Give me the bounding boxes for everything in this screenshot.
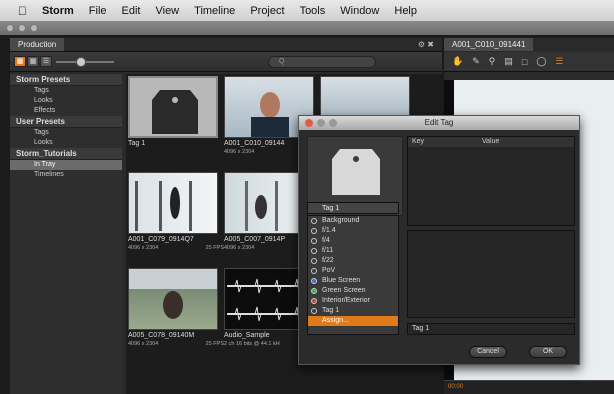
- tag-icon: [152, 90, 198, 134]
- value-header: Value: [482, 138, 500, 145]
- list-item[interactable]: f/4: [308, 236, 398, 246]
- list-item[interactable]: Green Screen: [308, 286, 398, 296]
- minimize-icon[interactable]: [317, 119, 325, 127]
- menu-edit[interactable]: Edit: [122, 5, 141, 17]
- sidebar-item-tags[interactable]: Tags: [10, 86, 122, 96]
- dancer-image-icon: [129, 269, 217, 319]
- tag-icon: [332, 149, 380, 195]
- tag-name-field[interactable]: Tag 1: [407, 323, 575, 335]
- ok-button[interactable]: OK: [529, 346, 567, 358]
- dialog-title: Edit Tag: [424, 118, 454, 127]
- close-icon[interactable]: [305, 119, 313, 127]
- list-item[interactable]: Blue Screen: [308, 276, 398, 286]
- minimize-window-button[interactable]: [18, 24, 26, 32]
- icon-view-button[interactable]: ▦: [27, 56, 39, 67]
- notes-box[interactable]: [407, 230, 575, 318]
- menu-file[interactable]: File: [89, 5, 107, 17]
- menu-project[interactable]: Project: [250, 5, 284, 17]
- tag-dropdown[interactable]: Tag 1: [307, 202, 399, 214]
- tag-caption: Tag 1: [128, 140, 146, 147]
- edit-tag-dialog: Edit Tag Tag 1 Background f/1.4 f/4 f/11…: [298, 115, 580, 365]
- viewer-timeline[interactable]: 00:00: [444, 380, 614, 394]
- layout-icon[interactable]: ▤: [504, 56, 513, 67]
- sidebar-item-user-tags[interactable]: Tags: [10, 128, 122, 138]
- clip-caption-2: A001_C079_0914Q7 4096 x 2304 25 FPS: [128, 236, 224, 251]
- key-header: Key: [412, 138, 425, 145]
- list-view-button[interactable]: ☰: [40, 56, 52, 67]
- menu-bar:  Storm File Edit View Timeline Project …: [0, 0, 614, 21]
- zoom-icon[interactable]: [329, 119, 337, 127]
- list-item[interactable]: Tag 1: [308, 306, 398, 316]
- sidebar-section-user-presets[interactable]: User Presets: [10, 116, 122, 128]
- hand-icon[interactable]: ✋: [452, 56, 463, 67]
- viewer-toolbar: ✋ ✎ ⚲ ▤ □ ◯ ☰: [444, 52, 614, 72]
- tag-thumbnail[interactable]: [128, 76, 218, 138]
- zoom-icon[interactable]: ⚲: [489, 56, 496, 67]
- sidebar-item-effects[interactable]: Effects: [10, 106, 122, 116]
- cancel-button[interactable]: Cancel: [469, 346, 507, 358]
- color-bars-icon[interactable]: ☰: [555, 56, 563, 67]
- assign-item[interactable]: Assign...: [308, 316, 398, 326]
- clip-thumbnail-2[interactable]: [128, 172, 218, 234]
- sidebar-item-in-tray[interactable]: In Tray: [10, 160, 122, 170]
- sidebar-item-looks[interactable]: Looks: [10, 96, 122, 106]
- clip-caption-4: A005_C078_09140M 4096 x 2304 25 FPS: [128, 332, 224, 347]
- sidebar-item-timelines[interactable]: Timelines: [10, 170, 122, 180]
- slider-knob[interactable]: [76, 57, 86, 67]
- window-titlebar: [0, 21, 614, 35]
- metadata-table: Key Value: [407, 136, 575, 226]
- zoom-window-button[interactable]: [30, 24, 38, 32]
- panel-options-icon[interactable]: ⚙ ✖: [418, 40, 434, 49]
- close-window-button[interactable]: [6, 24, 14, 32]
- menu-timeline[interactable]: Timeline: [194, 5, 235, 17]
- apple-icon[interactable]: : [18, 4, 27, 18]
- list-item[interactable]: Interior/Exterior: [308, 296, 398, 306]
- list-item[interactable]: f/1.4: [308, 226, 398, 236]
- clip-thumbnail-4[interactable]: [128, 268, 218, 330]
- app-menu[interactable]: Storm: [42, 5, 74, 17]
- dancer-image-icon: [135, 181, 192, 231]
- menu-tools[interactable]: Tools: [300, 5, 326, 17]
- sidebar-item-user-looks[interactable]: Looks: [10, 138, 122, 148]
- list-item[interactable]: f/11: [308, 246, 398, 256]
- search-input[interactable]: Q: [268, 56, 376, 68]
- menu-help[interactable]: Help: [394, 5, 417, 17]
- timecode: 00:00: [448, 384, 464, 390]
- list-item[interactable]: PoV: [308, 266, 398, 276]
- viewer-tab[interactable]: A001_C010_091441: [444, 38, 534, 51]
- tag-type-list: Background f/1.4 f/4 f/11 f/22 PoV Blue …: [307, 215, 399, 335]
- sidebar-section-storm-tutorials[interactable]: Storm_Tutorials: [10, 148, 122, 160]
- sidebar: Storm Presets Tags Looks Effects User Pr…: [10, 74, 122, 394]
- menu-view[interactable]: View: [155, 5, 179, 17]
- pen-icon[interactable]: ✎: [472, 56, 480, 67]
- production-tab[interactable]: Production: [10, 38, 65, 51]
- sidebar-section-storm-presets[interactable]: Storm Presets: [10, 74, 122, 86]
- shape-icon[interactable]: ◯: [536, 56, 546, 67]
- list-item[interactable]: Background: [308, 216, 398, 226]
- crop-icon[interactable]: □: [522, 57, 527, 67]
- grid-view-button[interactable]: ▦: [14, 56, 26, 67]
- menu-window[interactable]: Window: [340, 5, 379, 17]
- list-item[interactable]: f/22: [308, 256, 398, 266]
- production-toolbar: ▦ ▦ ☰ Q: [10, 52, 442, 72]
- dialog-titlebar: Edit Tag: [299, 116, 579, 130]
